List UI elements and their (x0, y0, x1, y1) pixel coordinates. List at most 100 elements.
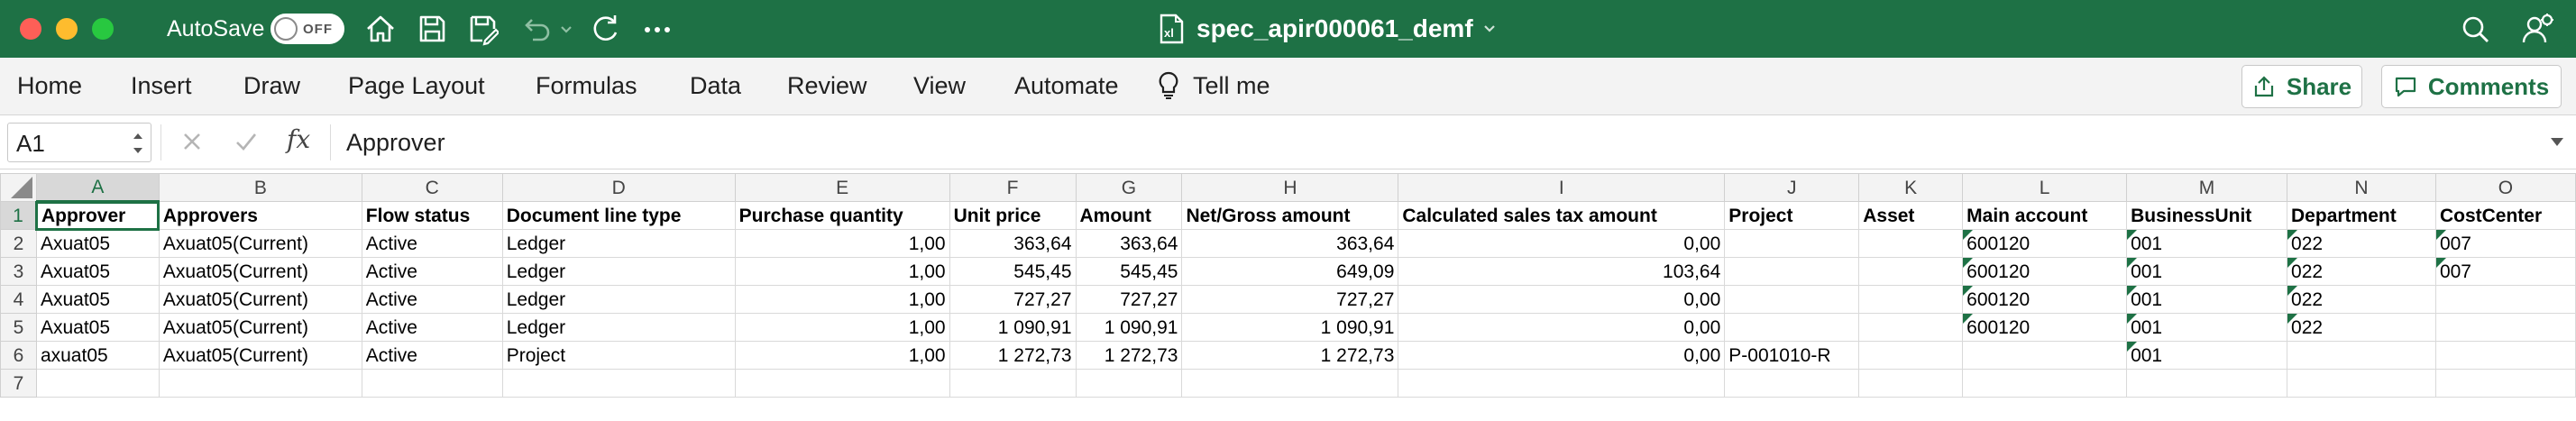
cell[interactable]: Document line type (501, 201, 736, 230)
cell[interactable]: 363,64 (949, 229, 1077, 258)
share-button[interactable]: Share (2241, 65, 2362, 108)
column-header[interactable]: A (35, 173, 160, 203)
column-header[interactable]: E (734, 173, 950, 202)
column-header[interactable]: M (2126, 173, 2288, 202)
cell[interactable] (1858, 285, 1964, 314)
cancel-icon[interactable] (179, 128, 206, 160)
cell[interactable]: Project (1724, 201, 1860, 230)
cell[interactable]: 1,00 (734, 341, 950, 370)
cell[interactable]: CostCenter (2434, 201, 2576, 230)
cell[interactable]: Ledger (501, 257, 736, 286)
cell[interactable]: Flow status (361, 201, 503, 230)
cell[interactable]: Project (501, 341, 736, 370)
row-header[interactable]: 3 (0, 257, 37, 286)
cell[interactable]: 1,00 (734, 313, 950, 342)
cell[interactable]: 727,27 (1075, 285, 1183, 314)
cell[interactable] (1724, 285, 1860, 314)
column-header[interactable]: O (2434, 173, 2576, 202)
tell-me-search[interactable]: Tell me (1157, 69, 1270, 102)
cell[interactable]: Net/Gross amount (1181, 201, 1399, 230)
cell[interactable]: 1 272,73 (1181, 341, 1399, 370)
cell[interactable]: 0,00 (1398, 285, 1726, 314)
cell[interactable]: 0,00 (1398, 313, 1726, 342)
row-header[interactable]: 1 (0, 201, 38, 230)
cell[interactable] (2434, 285, 2576, 314)
column-header[interactable]: B (158, 173, 362, 202)
undo-icon[interactable] (518, 11, 555, 47)
cell[interactable] (2434, 341, 2576, 370)
search-icon[interactable] (2458, 11, 2494, 47)
row-header[interactable]: 6 (0, 341, 37, 370)
cell[interactable] (949, 369, 1077, 398)
active-cell[interactable]: Approver (35, 200, 160, 231)
chevron-down-icon[interactable] (2548, 135, 2566, 150)
comments-button[interactable]: Comments (2381, 65, 2562, 108)
cell[interactable] (1962, 341, 2128, 370)
tab-data[interactable]: Data (690, 69, 741, 102)
cell[interactable]: 0,00 (1398, 341, 1726, 370)
document-title[interactable]: xl spec_apir000061_demf (1159, 11, 1497, 47)
fx-icon[interactable]: fx (287, 124, 310, 154)
more-icon[interactable] (641, 11, 674, 47)
cell[interactable] (1858, 313, 1964, 342)
cell[interactable]: 022 (2287, 285, 2436, 314)
cell[interactable]: Axuat05(Current) (158, 313, 362, 342)
cell[interactable] (1724, 229, 1860, 258)
row-header[interactable]: 7 (0, 369, 37, 398)
column-header[interactable]: G (1075, 173, 1183, 202)
column-header[interactable]: I (1398, 173, 1726, 202)
cell[interactable]: 022 (2287, 313, 2436, 342)
cell[interactable]: Axuat05 (35, 313, 160, 342)
column-header[interactable]: H (1181, 173, 1399, 202)
cell[interactable] (734, 369, 950, 398)
row-header[interactable]: 4 (0, 285, 37, 314)
tab-review[interactable]: Review (787, 69, 867, 102)
cell[interactable] (1858, 369, 1964, 398)
cell[interactable]: Purchase quantity (734, 201, 950, 230)
column-header[interactable]: C (361, 173, 503, 202)
cell[interactable]: Active (361, 341, 503, 370)
home-icon[interactable] (364, 11, 397, 47)
cell[interactable]: 1 272,73 (949, 341, 1077, 370)
tab-draw[interactable]: Draw (243, 69, 300, 102)
cell[interactable] (35, 369, 160, 398)
cell[interactable]: 007 (2434, 229, 2576, 258)
cell[interactable] (1181, 369, 1399, 398)
cell[interactable]: 0,00 (1398, 229, 1726, 258)
cell[interactable]: P-001010-R (1724, 341, 1860, 370)
cell[interactable]: 600120 (1962, 229, 2128, 258)
cell[interactable]: 001 (2126, 257, 2288, 286)
cell[interactable]: Axuat05 (35, 257, 160, 286)
row-header[interactable]: 2 (0, 229, 37, 258)
undo-dropdown-icon[interactable] (559, 11, 573, 47)
cell[interactable]: Calculated sales tax amount (1398, 201, 1726, 230)
cell[interactable] (1858, 341, 1964, 370)
cell[interactable] (1724, 369, 1860, 398)
cell[interactable]: 600120 (1962, 257, 2128, 286)
tab-formulas[interactable]: Formulas (536, 69, 637, 102)
column-header[interactable]: L (1962, 173, 2128, 202)
cell[interactable]: Ledger (501, 229, 736, 258)
cell[interactable] (1724, 313, 1860, 342)
cell[interactable]: Axuat05(Current) (158, 229, 362, 258)
cell[interactable] (2287, 341, 2436, 370)
cell[interactable]: Ledger (501, 313, 736, 342)
cell[interactable] (1398, 369, 1726, 398)
cell[interactable]: 022 (2287, 229, 2436, 258)
cell[interactable]: Axuat05(Current) (158, 341, 362, 370)
cell[interactable]: 001 (2126, 341, 2288, 370)
cell[interactable]: Asset (1858, 201, 1964, 230)
cell[interactable] (2434, 369, 2576, 398)
row-header[interactable]: 5 (0, 313, 37, 342)
minimize-window-button[interactable] (56, 18, 78, 40)
tab-insert[interactable]: Insert (131, 69, 192, 102)
cell[interactable]: 545,45 (949, 257, 1077, 286)
cell[interactable]: Amount (1075, 201, 1183, 230)
cell[interactable]: 1,00 (734, 229, 950, 258)
cell[interactable] (1858, 229, 1964, 258)
column-header[interactable]: N (2287, 173, 2436, 202)
cell[interactable] (1962, 369, 2128, 398)
tab-home[interactable]: Home (17, 69, 82, 102)
cell[interactable]: 1 090,91 (949, 313, 1077, 342)
cell[interactable] (2126, 369, 2288, 398)
